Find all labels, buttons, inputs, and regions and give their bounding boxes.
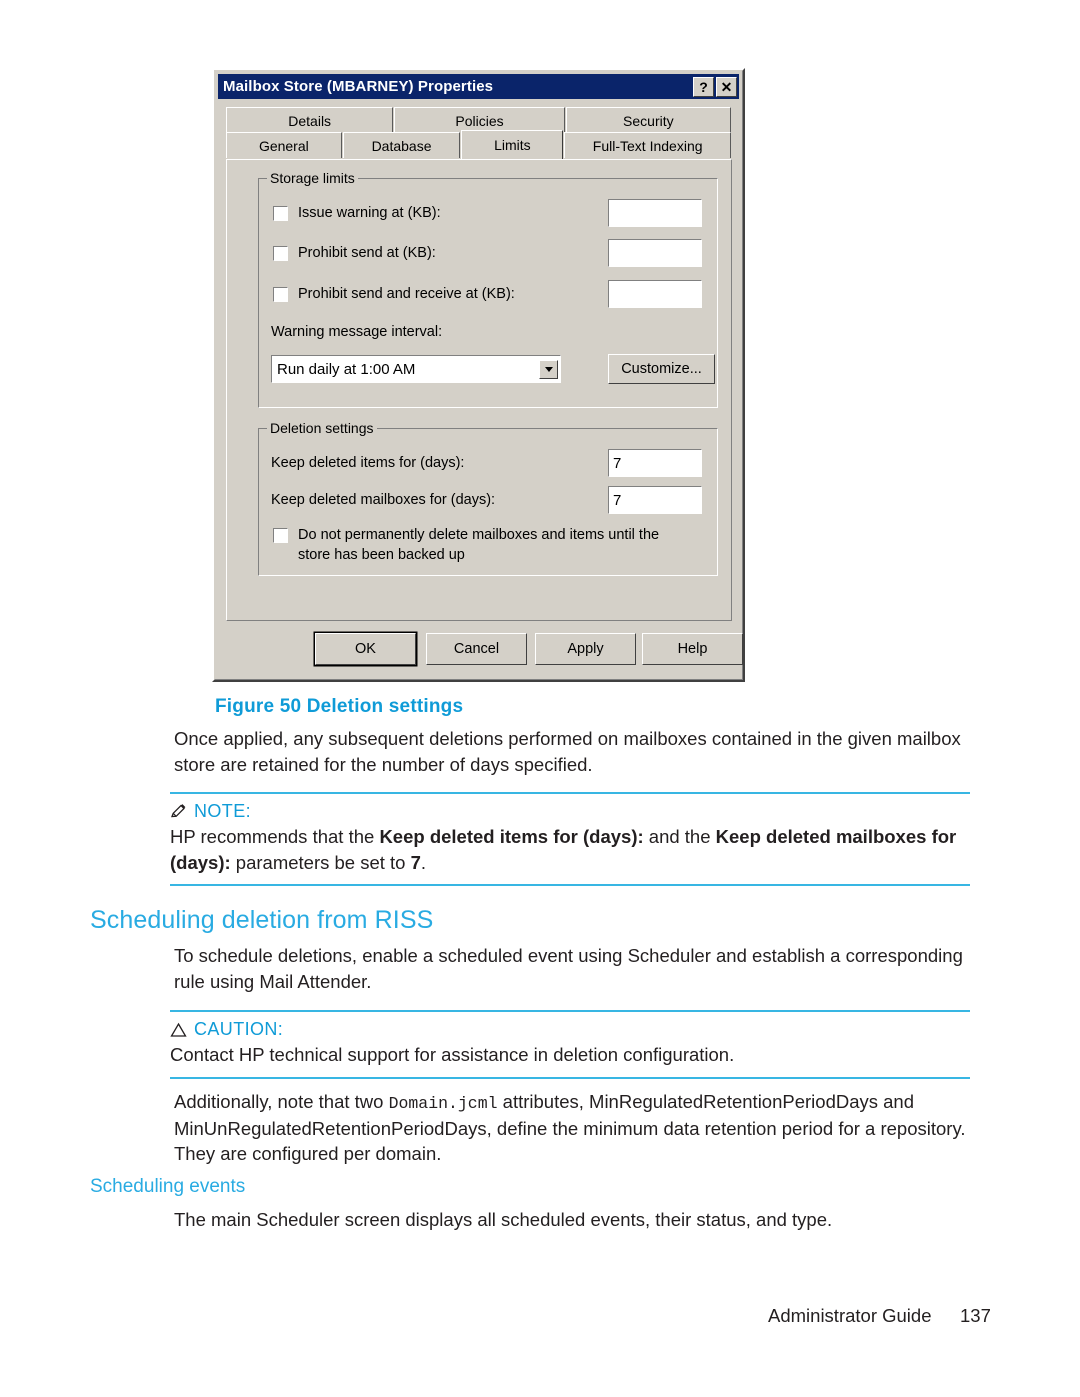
tab-database[interactable]: Database — [342, 132, 461, 158]
ok-button-label: OK — [355, 641, 376, 657]
keep-deleted-mailboxes-input[interactable]: 7 — [608, 486, 702, 514]
apply-button-label: Apply — [567, 641, 604, 657]
cancel-button-label: Cancel — [453, 641, 500, 657]
note-icon — [170, 803, 187, 820]
note-header: NOTE: — [170, 801, 970, 822]
ok-button[interactable]: OK — [315, 633, 416, 665]
help-button-label: Help — [677, 641, 708, 657]
apply-button[interactable]: Apply — [535, 633, 636, 665]
heading-scheduling-deletion-from-riss: Scheduling deletion from RISS — [90, 906, 434, 934]
issue-warning-input[interactable] — [608, 199, 702, 227]
issue-warning-label: Issue warning at (KB): — [298, 205, 441, 221]
tabstrip: Details Policies Security General Databa… — [226, 107, 732, 162]
note-top-rule — [170, 792, 970, 794]
domain-jcml-paragraph: Additionally, note that two Domain.jcml … — [174, 1089, 974, 1167]
keep-deleted-mailboxes-label: Keep deleted mailboxes for (days): — [271, 492, 496, 508]
tab-general[interactable]: General — [226, 132, 342, 158]
scheduling-deletion-paragraph: To schedule deletions, enable a schedule… — [174, 945, 963, 992]
prohibit-send-receive-checkbox[interactable] — [273, 286, 288, 302]
note-text-2: and the — [643, 826, 716, 847]
tab-details[interactable]: Details — [226, 107, 394, 133]
help-button[interactable]: Help — [642, 633, 743, 665]
dialog-titlebar: Mailbox Store (MBARNEY) Properties ? ✕ — [218, 74, 739, 99]
prohibit-send-input[interactable] — [608, 239, 702, 267]
no-permanent-delete-label: Do not permanently delete mailboxes and … — [298, 527, 660, 563]
figure-screenshot-deletion-settings: Mailbox Store (MBARNEY) Properties ? ✕ D… — [212, 68, 745, 682]
heading-scheduling-events: Scheduling events — [90, 1176, 246, 1197]
footer-page-number: 137 — [960, 1305, 991, 1326]
tab-page-limits: Storage limits Issue warning at (KB): Pr… — [226, 159, 732, 621]
keep-deleted-items-label: Keep deleted items for (days): — [271, 455, 465, 471]
note-admonition: NOTE: HP recommends that the Keep delete… — [170, 792, 970, 887]
caution-body: Contact HP technical support for assista… — [170, 1044, 735, 1065]
note-text-4: . — [420, 851, 427, 873]
no-permanent-delete-row[interactable]: Do not permanently delete mailboxes and … — [273, 526, 683, 565]
keep-deleted-items-input[interactable]: 7 — [608, 449, 702, 477]
help-icon[interactable]: ? — [693, 76, 714, 97]
storage-limits-group: Storage limits Issue warning at (KB): Pr… — [258, 170, 718, 408]
customize-button[interactable]: Customize... — [608, 354, 715, 384]
note-label: NOTE: — [194, 801, 252, 821]
caution-top-rule — [170, 1010, 970, 1012]
issue-warning-checkbox[interactable] — [273, 205, 288, 221]
prohibit-send-label: Prohibit send at (KB): — [298, 245, 436, 261]
tab-security[interactable]: Security — [565, 107, 732, 133]
warning-triangle-icon — [170, 1022, 187, 1038]
domain-paragraph-text-1: Additionally, note that two — [174, 1091, 389, 1112]
prohibit-send-receive-input[interactable] — [608, 280, 702, 308]
domain-jcml-code: Domain.jcml — [388, 1094, 498, 1113]
note-text-1: HP recommends that the — [170, 826, 380, 847]
cancel-button[interactable]: Cancel — [426, 633, 527, 665]
caution-bottom-rule — [170, 1076, 970, 1079]
issue-warning-row[interactable]: Issue warning at (KB): — [273, 205, 441, 221]
caution-header: CAUTION: — [170, 1019, 970, 1040]
note-bold-1: Keep deleted items for (days): — [379, 826, 644, 847]
tab-limits[interactable]: Limits — [461, 130, 564, 159]
tab-full-text-indexing[interactable]: Full-Text Indexing — [564, 132, 731, 158]
footer-guide-title: Administrator Guide — [768, 1305, 932, 1326]
dialog-button-bar: OK Cancel Apply Help — [215, 621, 743, 679]
prohibit-send-receive-row[interactable]: Prohibit send and receive at (KB): — [273, 286, 515, 302]
prohibit-send-receive-label: Prohibit send and receive at (KB): — [298, 286, 515, 302]
chevron-down-icon[interactable] — [539, 359, 558, 379]
tab-row-bottom: General Database Limits Full-Text Indexi… — [226, 130, 732, 159]
deletion-settings-group-label: Deletion settings — [267, 420, 377, 436]
note-bold-3: 7 — [410, 851, 421, 873]
properties-dialog: Mailbox Store (MBARNEY) Properties ? ✕ D… — [212, 68, 745, 682]
note-text-3: parameters be set to — [230, 851, 411, 873]
close-icon[interactable]: ✕ — [716, 76, 737, 97]
storage-limits-group-label: Storage limits — [267, 170, 358, 186]
customize-button-label: Customize... — [621, 361, 702, 377]
scheduling-events-paragraph: The main Scheduler screen displays all s… — [174, 1209, 833, 1230]
no-permanent-delete-checkbox[interactable] — [273, 528, 288, 543]
dialog-inner-frame: Mailbox Store (MBARNEY) Properties ? ✕ D… — [214, 70, 743, 680]
caution-label: CAUTION: — [194, 1019, 284, 1039]
prohibit-send-checkbox[interactable] — [273, 245, 288, 261]
warning-interval-select[interactable]: Run daily at 1:00 AM — [271, 355, 561, 383]
warning-interval-label: Warning message interval: — [271, 324, 443, 340]
note-bottom-rule — [170, 884, 970, 887]
prohibit-send-row[interactable]: Prohibit send at (KB): — [273, 245, 436, 261]
note-body: HP recommends that the Keep deleted item… — [170, 824, 970, 875]
warning-interval-value: Run daily at 1:00 AM — [277, 360, 416, 378]
figure-caption: Figure 50 Deletion settings — [215, 696, 464, 717]
deletion-settings-group: Deletion settings Keep deleted items for… — [258, 420, 718, 576]
caution-admonition: CAUTION: Contact HP technical support fo… — [170, 1010, 970, 1079]
intro-paragraph: Once applied, any subsequent deletions p… — [174, 728, 961, 775]
dialog-title: Mailbox Store (MBARNEY) Properties — [223, 78, 494, 95]
